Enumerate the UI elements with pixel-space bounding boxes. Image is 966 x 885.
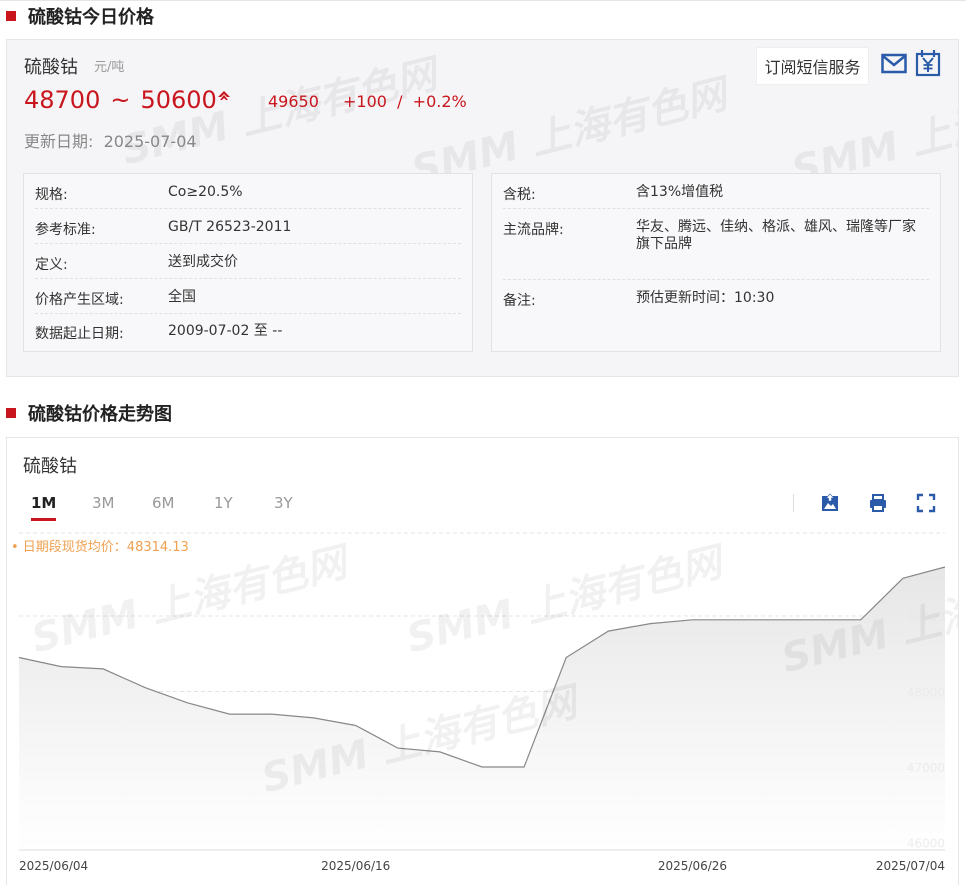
- data-point[interactable]: [563, 655, 569, 661]
- spec-row: 定义: 送到成交价: [35, 244, 461, 279]
- data-point[interactable]: [647, 621, 653, 627]
- spec-row: 备注: 预估更新时间：10:30: [503, 280, 929, 315]
- data-point[interactable]: [395, 745, 401, 751]
- spec-value: 含13%增值税: [636, 184, 724, 200]
- x-tick-label: 2025/07/04: [876, 859, 945, 873]
- data-point[interactable]: [858, 617, 864, 623]
- spec-row: 数据起止日期: 2009-07-02 至 --: [35, 314, 461, 352]
- section-marker: [6, 408, 16, 418]
- spec-row: 主流品牌: 华友、腾远、佳纳、格派、雄风、瑞隆等厂家旗下品牌: [503, 209, 929, 280]
- section-marker: [6, 11, 16, 21]
- data-point[interactable]: [900, 575, 906, 581]
- spec-row: 含税: 含13%增值税: [503, 174, 929, 209]
- x-tick-label: 2025/06/04: [19, 859, 88, 873]
- section-header-today-price: 硫酸钴今日价格: [0, 1, 154, 31]
- spec-row: 参考标准: GB/T 26523-2011: [35, 209, 461, 244]
- price-alert-icon[interactable]: [915, 49, 941, 77]
- price-low: 48700: [24, 86, 101, 114]
- data-point[interactable]: [353, 722, 359, 728]
- mail-icon[interactable]: [881, 52, 907, 76]
- x-tick-label: 2025/06/16: [321, 859, 390, 873]
- data-point[interactable]: [689, 617, 695, 623]
- print-icon[interactable]: [868, 493, 888, 513]
- price-card: SMM 上海有色网 SMM 上海有色网 SMM 上海有色网 硫酸钴 元/吨 48…: [6, 39, 959, 377]
- spec-row: 规格: Co≥20.5%: [35, 174, 461, 209]
- x-tick-label: 2025/06/26: [658, 859, 727, 873]
- data-point[interactable]: [942, 564, 948, 570]
- data-point[interactable]: [142, 685, 148, 691]
- price-high: 50600: [140, 86, 217, 114]
- spec-key: 备注:: [503, 293, 536, 309]
- spec-value: GB/T 26523-2011: [168, 219, 292, 235]
- price-tilde: ~: [110, 86, 131, 114]
- spec-value: 全国: [168, 289, 196, 305]
- price-trend-chart: 460004700048000490002025/06/042025/06/16…: [16, 532, 948, 873]
- fullscreen-icon[interactable]: [916, 493, 936, 513]
- data-point[interactable]: [774, 617, 780, 623]
- price-change: +100 / +0.2%: [343, 92, 467, 111]
- data-point[interactable]: [479, 764, 485, 770]
- section-header-price-trend: 硫酸钴价格走势图: [0, 398, 172, 428]
- update-date: 更新日期: 2025-07-04: [24, 132, 197, 151]
- data-point[interactable]: [226, 711, 232, 717]
- data-point[interactable]: [184, 700, 190, 706]
- toolbar-divider: [793, 494, 794, 512]
- data-point[interactable]: [732, 617, 738, 623]
- spec-key: 参考标准:: [35, 222, 96, 238]
- period-average-label: • 日期段现货均价：48314.13: [11, 540, 189, 555]
- spec-key: 价格产生区域:: [35, 292, 124, 308]
- active-tab-indicator: [31, 518, 56, 521]
- spec-key: 含税:: [503, 187, 536, 203]
- tab-6m[interactable]: 6M: [152, 494, 175, 512]
- data-point[interactable]: [816, 617, 822, 623]
- data-point[interactable]: [269, 711, 275, 717]
- spec-value: 华友、腾远、佳纳、格派、雄风、瑞隆等厂家旗下品牌: [636, 219, 916, 252]
- tab-3m[interactable]: 3M: [92, 494, 115, 512]
- data-point[interactable]: [605, 628, 611, 634]
- spec-table-left: 规格: Co≥20.5% 参考标准: GB/T 26523-2011 定义: 送…: [23, 173, 473, 352]
- data-point[interactable]: [437, 749, 443, 755]
- spec-value: 2009-07-02 至 --: [168, 323, 283, 339]
- section-title: 硫酸钴价格走势图: [28, 404, 172, 425]
- spec-table-right: 含税: 含13%增值税 主流品牌: 华友、腾远、佳纳、格派、雄风、瑞隆等厂家旗下…: [491, 173, 941, 352]
- spec-key: 数据起止日期:: [35, 326, 124, 342]
- price-area-fill: [19, 567, 945, 850]
- section-title: 硫酸钴今日价格: [28, 7, 154, 28]
- data-point[interactable]: [521, 764, 527, 770]
- spec-row: 价格产生区域: 全国: [35, 279, 461, 314]
- spec-key: 主流品牌:: [503, 222, 564, 238]
- tab-1y[interactable]: 1Y: [214, 494, 233, 512]
- chart-product-name: 硫酸钴: [23, 456, 77, 477]
- tab-1m[interactable]: 1M: [31, 494, 56, 512]
- data-point[interactable]: [311, 715, 317, 721]
- average-price: 49650: [268, 92, 319, 111]
- product-name: 硫酸钴: [24, 57, 78, 78]
- price-unit: 元/吨: [94, 60, 125, 75]
- price-chart-card: 460004700048000490002025/06/042025/06/16…: [6, 437, 959, 885]
- download-image-icon[interactable]: [820, 493, 840, 513]
- price-up-icon: [218, 91, 230, 100]
- subscribe-sms-button[interactable]: 订阅短信服务: [756, 47, 869, 85]
- data-point[interactable]: [58, 664, 64, 670]
- data-point[interactable]: [100, 666, 106, 672]
- spec-key: 规格:: [35, 187, 68, 203]
- spec-value: Co≥20.5%: [168, 184, 243, 200]
- data-point[interactable]: [16, 655, 22, 661]
- price-range: 48700 ~ 50600: [24, 86, 217, 114]
- spec-key: 定义:: [35, 257, 68, 273]
- spec-value: 送到成交价: [168, 254, 238, 270]
- tab-3y[interactable]: 3Y: [274, 494, 293, 512]
- spec-value: 预估更新时间：10:30: [636, 290, 775, 306]
